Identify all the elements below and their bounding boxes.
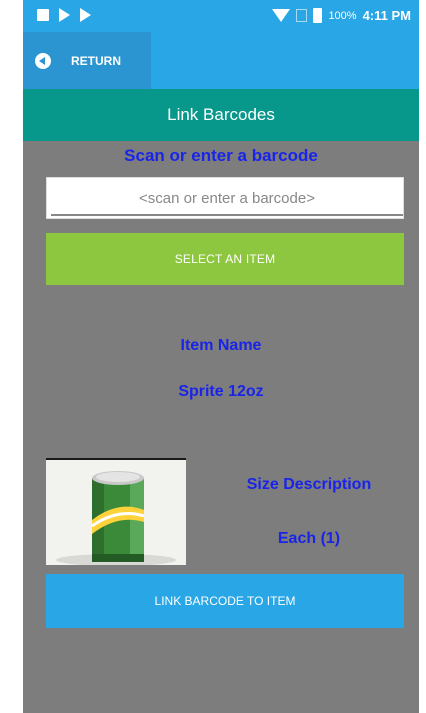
select-item-button[interactable]: SELECT AN ITEM (46, 233, 404, 285)
product-image (46, 458, 186, 565)
soda-can-illustration (46, 460, 186, 565)
sim-icon (296, 9, 308, 22)
play-icon (80, 8, 91, 22)
return-label: RETURN (71, 53, 121, 68)
barcode-input[interactable] (51, 182, 403, 216)
status-system: 100% 4:11 PM (272, 8, 411, 23)
scan-heading: Scan or enter a barcode (124, 146, 318, 165)
image-icon (37, 9, 49, 21)
status-notifications (37, 8, 91, 22)
clock: 4:11 PM (362, 8, 411, 23)
barcode-field-container (46, 177, 404, 219)
page-title: Link Barcodes (23, 89, 419, 141)
battery-percent: 100% (328, 9, 357, 22)
top-toolbar: RETURN (23, 32, 419, 89)
status-bar: 100% 4:11 PM (23, 0, 419, 32)
link-barcode-button[interactable]: LINK BARCODE TO ITEM (46, 574, 404, 628)
play-icon (59, 8, 70, 22)
item-name-label: Item Name (180, 337, 262, 354)
size-description-value: Each (1) (277, 530, 341, 547)
item-name-value: Sprite 12oz (178, 383, 264, 400)
phone-screen: 100% 4:11 PM RETURN Link Barcodes Scan o… (23, 0, 419, 713)
battery-icon (313, 8, 323, 23)
size-description-label: Size Description (246, 476, 372, 493)
return-arrow-icon (35, 52, 51, 69)
wifi-icon (272, 9, 291, 22)
return-button[interactable]: RETURN (23, 32, 151, 89)
